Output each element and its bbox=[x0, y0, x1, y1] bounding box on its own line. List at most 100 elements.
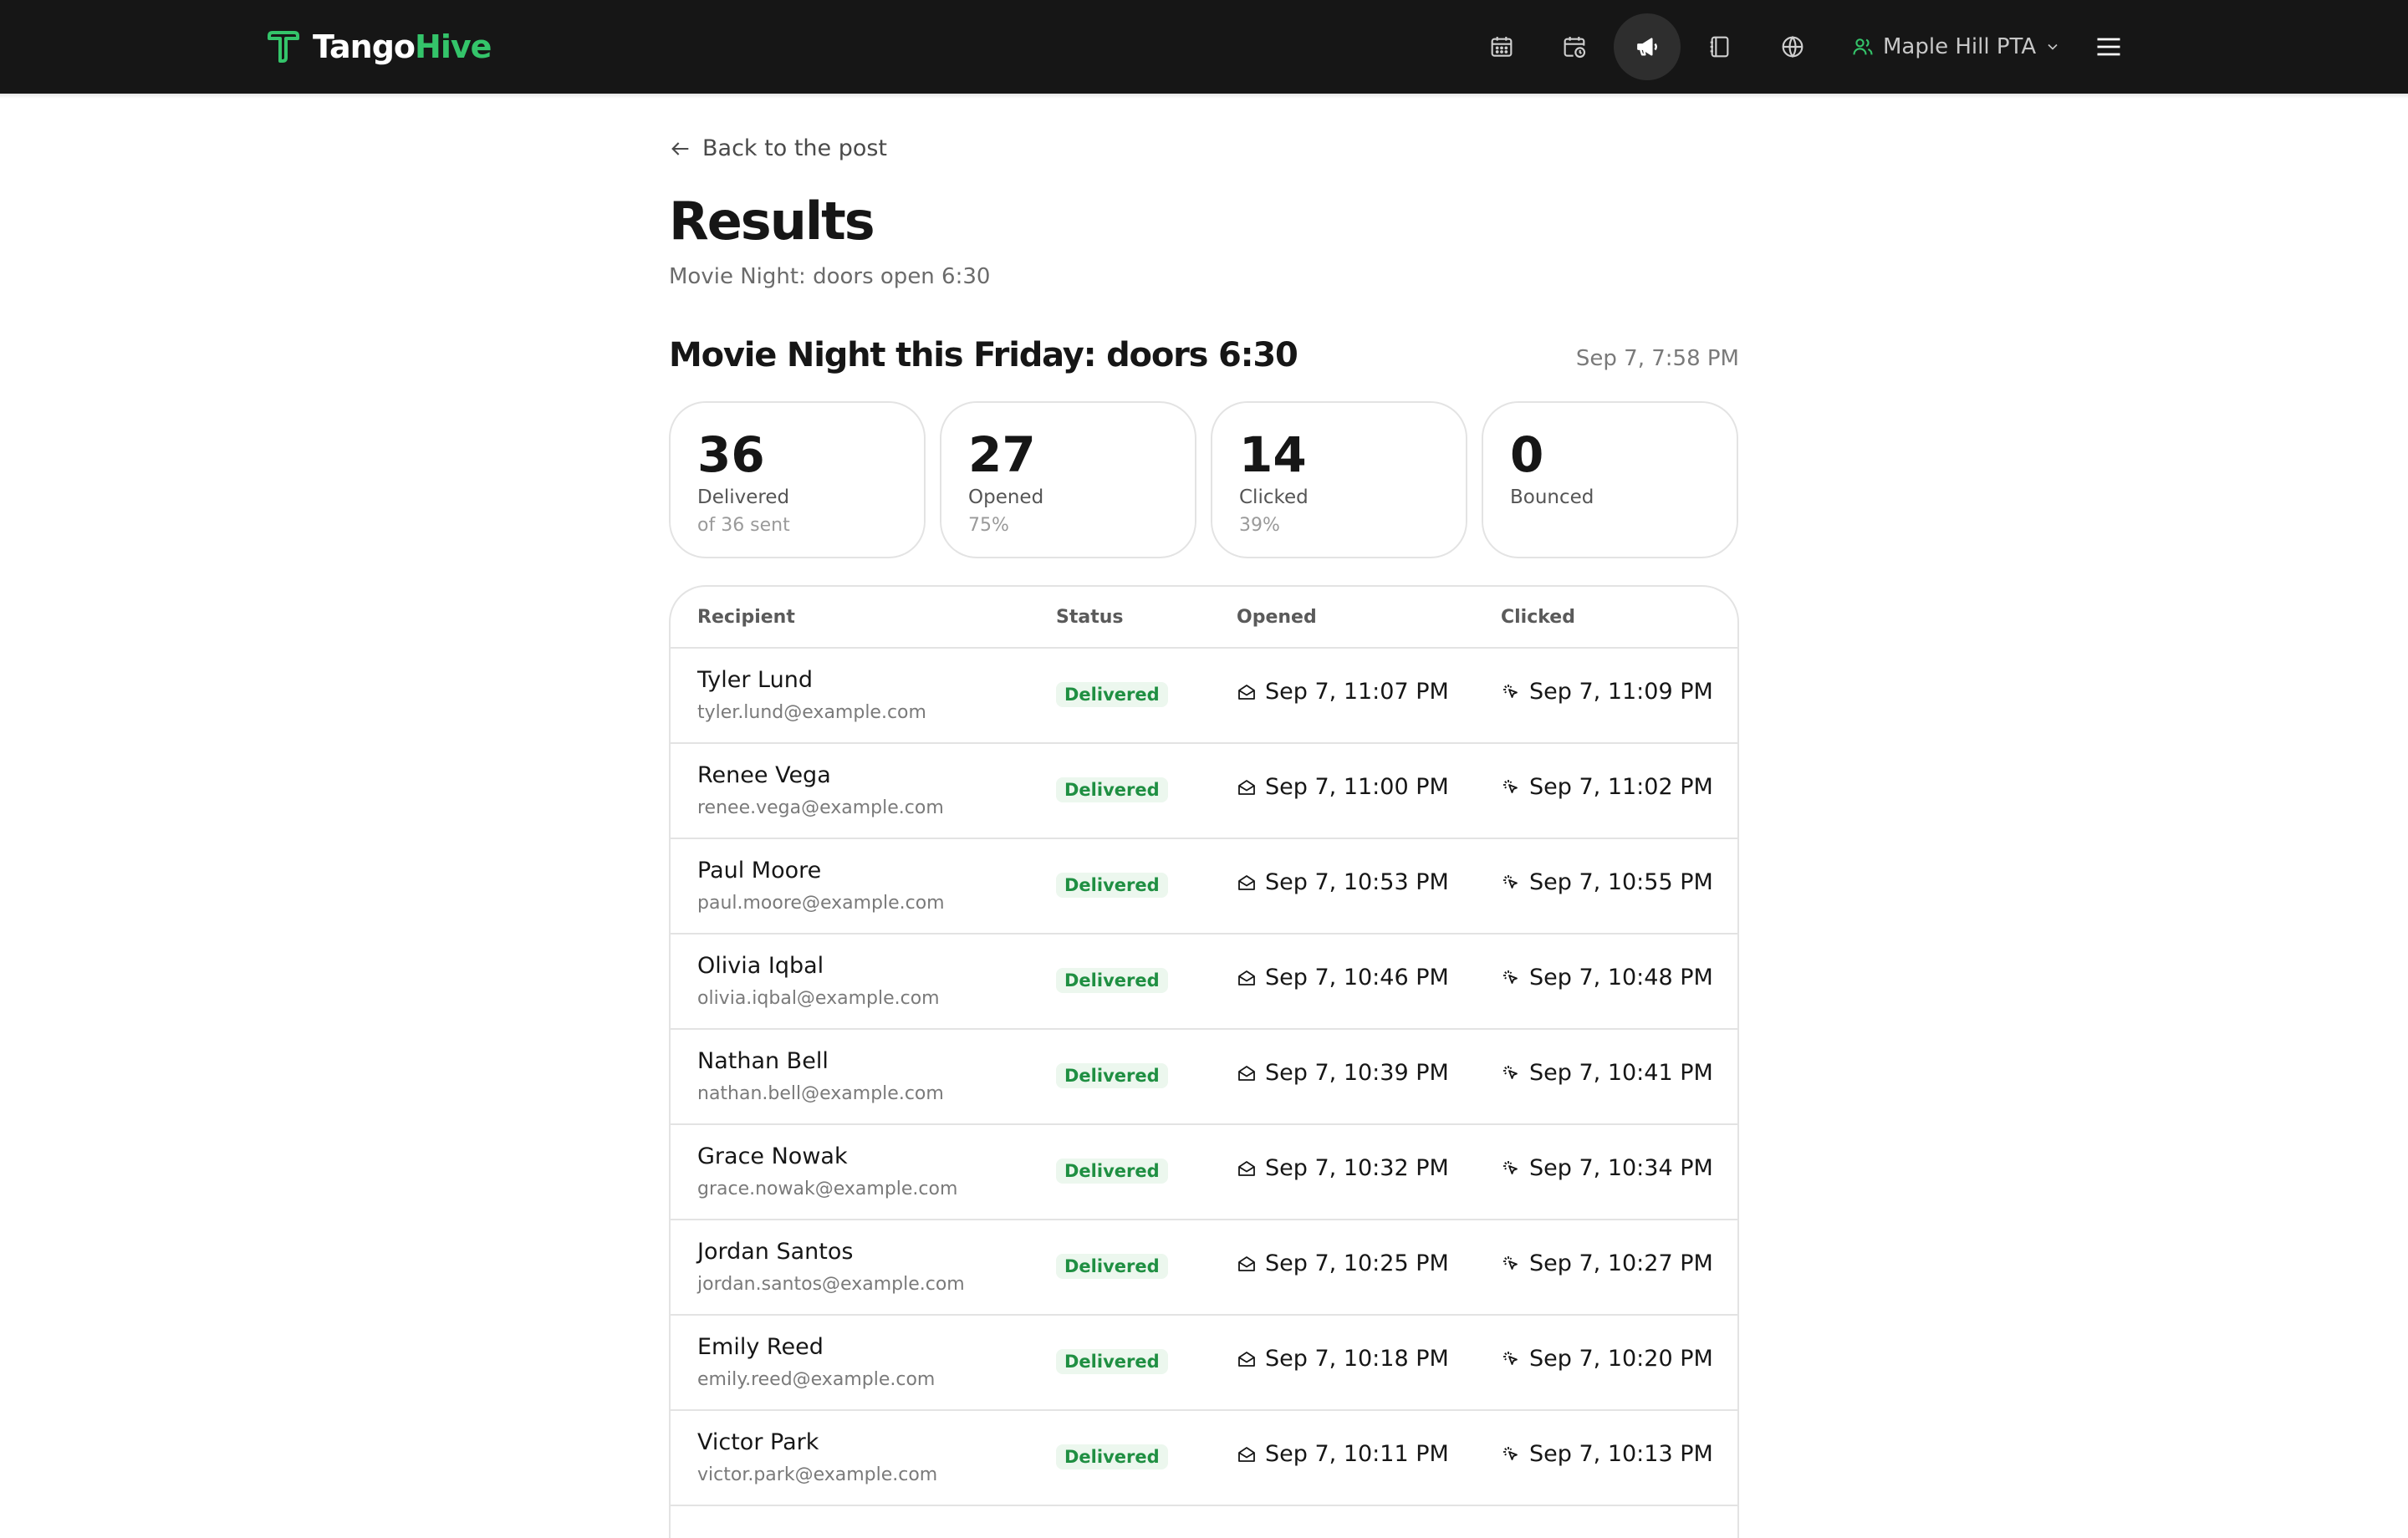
table-row[interactable]: Nathan Bell nathan.bell@example.com Deli… bbox=[671, 1030, 1737, 1125]
recipient-name: Tyler Lund bbox=[697, 667, 813, 693]
column-header-clicked[interactable]: Clicked bbox=[1501, 607, 1575, 628]
nav-announcements-button[interactable] bbox=[1614, 13, 1681, 80]
status-badge: Delivered bbox=[1056, 1159, 1168, 1184]
top-bar: TangoHive Maple Hill PTA bbox=[0, 0, 2408, 94]
stat-value: 27 bbox=[968, 426, 1036, 483]
click-icon bbox=[1503, 874, 1518, 889]
opened-cell: Sep 7, 11:07 PM bbox=[1237, 679, 1449, 705]
table-row[interactable]: Paul Moore paul.moore@example.com Delive… bbox=[671, 839, 1737, 935]
page-title: Results bbox=[669, 191, 875, 252]
nav-schedule-button[interactable] bbox=[1541, 13, 1608, 80]
column-header-recipient[interactable]: Recipient bbox=[697, 607, 795, 628]
nav-calendar-button[interactable] bbox=[1468, 13, 1535, 80]
column-header-opened[interactable]: Opened bbox=[1237, 607, 1317, 628]
clicked-cell: Sep 7, 10:20 PM bbox=[1501, 1346, 1713, 1372]
table-body: Tyler Lund tyler.lund@example.com Delive… bbox=[671, 649, 1737, 1506]
click-icon bbox=[1503, 779, 1518, 793]
recipient-email: paul.moore@example.com bbox=[697, 893, 945, 914]
recipient-email: emily.reed@example.com bbox=[697, 1369, 936, 1390]
clicked-cell: Sep 7, 11:02 PM bbox=[1501, 774, 1713, 800]
chevron-down-icon bbox=[2048, 43, 2058, 50]
clicked-cell: Sep 7, 10:48 PM bbox=[1501, 965, 1713, 991]
table-row[interactable]: Jordan Santos jordan.santos@example.com … bbox=[671, 1220, 1737, 1316]
post-title: Movie Night this Friday: doors 6:30 bbox=[669, 336, 1298, 374]
stat-label: Opened bbox=[968, 486, 1044, 508]
opened-cell: Sep 7, 10:11 PM bbox=[1237, 1441, 1449, 1467]
main-nav bbox=[1468, 13, 1832, 80]
clicked-cell: Sep 7, 10:55 PM bbox=[1501, 869, 1713, 895]
recipient-name: Grace Nowak bbox=[697, 1143, 848, 1169]
recipient-name: Jordan Santos bbox=[697, 1239, 854, 1265]
back-to-post-link[interactable]: Back to the post bbox=[669, 135, 887, 161]
envelope-open-icon bbox=[1238, 1446, 1255, 1462]
stat-value: 0 bbox=[1510, 426, 1544, 483]
stat-subtext: of 36 sent bbox=[697, 515, 790, 536]
opened-time: Sep 7, 10:39 PM bbox=[1265, 1060, 1449, 1086]
header-shadow bbox=[0, 94, 2408, 99]
status-badge: Delivered bbox=[1056, 968, 1168, 993]
status-badge: Delivered bbox=[1056, 682, 1168, 707]
recipient-name: Nathan Bell bbox=[697, 1048, 829, 1074]
users-icon bbox=[1853, 38, 1873, 55]
envelope-open-icon bbox=[1238, 874, 1255, 890]
clicked-time: Sep 7, 10:55 PM bbox=[1529, 869, 1713, 895]
table-row[interactable]: Tyler Lund tyler.lund@example.com Delive… bbox=[671, 649, 1737, 744]
clicked-time: Sep 7, 11:02 PM bbox=[1529, 774, 1713, 800]
recipient-email: renee.vega@example.com bbox=[697, 797, 944, 818]
nav-website-button[interactable] bbox=[1759, 13, 1826, 80]
click-icon bbox=[1503, 970, 1518, 984]
clicked-cell: Sep 7, 10:13 PM bbox=[1501, 1441, 1713, 1467]
envelope-open-icon bbox=[1238, 1065, 1255, 1081]
click-icon bbox=[1503, 1351, 1518, 1365]
opened-time: Sep 7, 11:07 PM bbox=[1265, 679, 1449, 705]
clicked-cell: Sep 7, 10:27 PM bbox=[1501, 1250, 1713, 1276]
post-sent-time: Sep 7, 7:58 PM bbox=[1575, 346, 1739, 371]
org-switcher[interactable]: Maple Hill PTA bbox=[1851, 25, 2061, 69]
click-icon bbox=[1503, 1446, 1518, 1460]
stat-label: Clicked bbox=[1239, 486, 1309, 508]
recipient-email: victor.park@example.com bbox=[697, 1464, 938, 1485]
opened-time: Sep 7, 10:25 PM bbox=[1265, 1250, 1449, 1276]
envelope-open-icon bbox=[1238, 1351, 1255, 1367]
opened-time: Sep 7, 11:00 PM bbox=[1265, 774, 1449, 800]
opened-time: Sep 7, 10:32 PM bbox=[1265, 1155, 1449, 1181]
envelope-open-icon bbox=[1238, 1160, 1255, 1176]
brand-logo[interactable]: TangoHive bbox=[266, 27, 492, 67]
envelope-open-icon bbox=[1238, 970, 1255, 985]
click-icon bbox=[1503, 1160, 1518, 1174]
column-header-status[interactable]: Status bbox=[1056, 607, 1123, 628]
clicked-time: Sep 7, 11:09 PM bbox=[1529, 679, 1713, 705]
table-row[interactable]: Emily Reed emily.reed@example.com Delive… bbox=[671, 1316, 1737, 1411]
stat-value: 14 bbox=[1239, 426, 1307, 483]
click-icon bbox=[1503, 684, 1518, 698]
stat-subtext: 75% bbox=[968, 515, 1009, 536]
opened-time: Sep 7, 10:46 PM bbox=[1265, 965, 1449, 991]
book-icon bbox=[1710, 36, 1729, 58]
status-badge: Delivered bbox=[1056, 1349, 1168, 1374]
status-badge: Delivered bbox=[1056, 777, 1168, 802]
recipient-email: olivia.iqbal@example.com bbox=[697, 988, 940, 1009]
stat-label: Delivered bbox=[697, 486, 790, 508]
table-row[interactable]: Renee Vega renee.vega@example.com Delive… bbox=[671, 744, 1737, 839]
clicked-cell: Sep 7, 10:41 PM bbox=[1501, 1060, 1713, 1086]
stat-card-delivered: 36 Delivered of 36 sent bbox=[669, 401, 926, 558]
recipient-name: Renee Vega bbox=[697, 762, 831, 788]
clicked-time: Sep 7, 10:34 PM bbox=[1529, 1155, 1713, 1181]
nav-directory-button[interactable] bbox=[1686, 13, 1753, 80]
page-subtitle: Movie Night: doors open 6:30 bbox=[669, 264, 991, 289]
opened-cell: Sep 7, 10:46 PM bbox=[1237, 965, 1449, 991]
recipient-email: jordan.santos@example.com bbox=[697, 1274, 965, 1295]
status-badge: Delivered bbox=[1056, 1063, 1168, 1088]
table-row[interactable]: Victor Park victor.park@example.com Deli… bbox=[671, 1411, 1737, 1506]
table-row[interactable]: Grace Nowak grace.nowak@example.com Deli… bbox=[671, 1125, 1737, 1220]
opened-cell: Sep 7, 10:39 PM bbox=[1237, 1060, 1449, 1086]
opened-cell: Sep 7, 10:25 PM bbox=[1237, 1250, 1449, 1276]
table-row[interactable]: Olivia Iqbal olivia.iqbal@example.com De… bbox=[671, 935, 1737, 1030]
menu-button[interactable] bbox=[2090, 28, 2127, 65]
clicked-time: Sep 7, 10:48 PM bbox=[1529, 965, 1713, 991]
back-link-label: Back to the post bbox=[702, 135, 888, 161]
recipient-name: Emily Reed bbox=[697, 1334, 824, 1360]
click-icon bbox=[1503, 1065, 1518, 1079]
stats-row: 36 Delivered of 36 sent 27 Opened 75% 14… bbox=[669, 401, 1739, 558]
tango-logo-icon bbox=[268, 31, 299, 63]
